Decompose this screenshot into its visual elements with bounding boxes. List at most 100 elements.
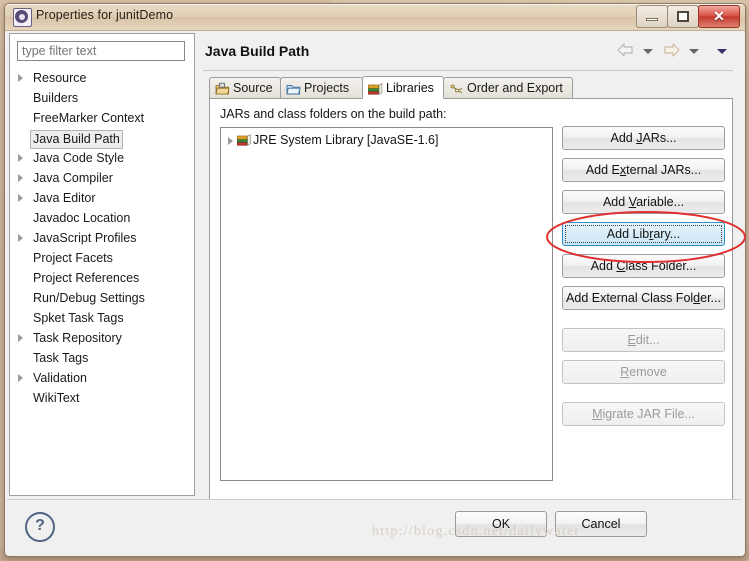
label-pre: Add External Class Fol [566,291,694,305]
sidebar-item-java-editor[interactable]: Java Editor [10,188,194,208]
sidebar-item-freemarker-context[interactable]: FreeMarker Context [10,108,194,128]
button-label: Remove [620,365,667,379]
expand-chevron-right-icon[interactable] [18,74,23,82]
settings-tree-panel: Resource Builders FreeMarker Context Java B… [9,33,195,496]
back-history-chevron-down-icon[interactable] [642,49,653,54]
label-post: emove [629,365,667,379]
view-menu-chevron-down-icon[interactable] [717,49,727,54]
sidebar-item-label: Builders [33,91,79,105]
page-title: Java Build Path [205,43,310,59]
add-library-button[interactable]: Add Library... [562,222,725,246]
migrate-jar-file-button: Migrate JAR File... [562,402,725,426]
tab-libraries[interactable]: Libraries [362,76,444,99]
forward-history-chevron-down-icon[interactable] [688,49,699,54]
expand-chevron-right-icon[interactable] [18,334,23,342]
window-title: Properties for junitDemo [36,8,174,22]
remove-button: Remove [562,360,725,384]
expand-chevron-right-icon[interactable] [18,194,23,202]
add-external-jars-button[interactable]: Add External JARs... [562,158,725,182]
filter-input[interactable] [17,41,185,61]
list-item[interactable]: JRE System Library [JavaSE-1.6] [221,131,552,150]
button-group-spacer [562,392,725,402]
panel-label: JARs and class folders on the build path… [220,107,447,121]
button-group-spacer [562,318,725,328]
tab-source[interactable]: Source [209,77,281,99]
sidebar-item-label: WikiText [33,391,80,405]
focus-ring [565,225,722,243]
sidebar-item-spket-task-tags[interactable]: Spket Task Tags [10,308,194,328]
add-class-folder-button[interactable]: Add Class Folder... [562,254,725,278]
sidebar-item-run-debug-settings[interactable]: Run/Debug Settings [10,288,194,308]
sidebar-item-label: Task Tags [33,351,89,365]
help-icon[interactable]: ? [25,512,55,542]
sidebar-item-resource[interactable]: Resource [10,68,194,88]
sidebar-item-label: Run/Debug Settings [33,291,145,305]
sidebar-item-label: Resource [33,71,87,85]
sidebar-item-task-tags[interactable]: Task Tags [10,348,194,368]
sidebar-item-label: Project Facets [33,251,113,265]
title-bar: Properties for junitDemo ✕ [5,4,745,31]
add-variable-button[interactable]: Add Variable... [562,190,725,214]
expand-chevron-right-icon[interactable] [18,374,23,382]
sidebar-item-project-references[interactable]: Project References [10,268,194,288]
button-label: Add JARs... [610,131,676,145]
libraries-tab-panel: JARs and class folders on the build path… [209,98,733,521]
tab-order-and-export[interactable]: Order and Export [443,77,573,99]
settings-tree: Resource Builders FreeMarker Context Java B… [10,68,194,408]
restore-button[interactable] [667,5,699,28]
sidebar-item-task-repository[interactable]: Task Repository [10,328,194,348]
button-label: Add Variable... [603,195,684,209]
forward-arrow-icon[interactable] [663,43,680,62]
sidebar-item-label: Spket Task Tags [33,311,124,325]
add-jars-button[interactable]: Add JARs... [562,126,725,150]
properties-dialog: Properties for junitDemo ✕ Resource Build… [4,3,746,557]
close-button[interactable]: ✕ [698,5,740,28]
expand-chevron-right-icon[interactable] [18,174,23,182]
tab-label: Order and Export [467,81,563,95]
button-label: Add External Class Folder... [566,291,721,305]
label-post: dit... [635,333,660,347]
sidebar-item-javascript-profiles[interactable]: JavaScript Profiles [10,228,194,248]
tab-strip: Source Projects Libraries Order and Export [209,76,733,99]
sidebar-item-project-facets[interactable]: Project Facets [10,248,194,268]
sidebar-item-label: Java Editor [33,191,96,205]
tab-label: Projects [304,81,350,95]
sidebar-item-validation[interactable]: Validation [10,368,194,388]
label-pre: Add [610,131,637,145]
add-external-class-folder-button[interactable]: Add External Class Folder... [562,286,725,310]
sidebar-item-wikitext[interactable]: WikiText [10,388,194,408]
sidebar-item-builders[interactable]: Builders [10,88,194,108]
button-label: Add External JARs... [586,163,701,177]
sidebar-item-label: FreeMarker Context [33,111,145,125]
sidebar-item-java-compiler[interactable]: Java Compiler [10,168,194,188]
title-separator [203,70,733,71]
sidebar-item-label: Javadoc Location [33,211,131,225]
order-export-icon [449,82,464,96]
tab-label: Source [233,81,273,95]
label-post: ariable... [636,195,685,209]
sidebar-item-label: Java Compiler [33,171,113,185]
mnemonic-char: M [592,407,603,421]
build-path-list[interactable]: JRE System Library [JavaSE-1.6] [220,127,553,481]
sidebar-item-java-build-path[interactable]: Java Build Path [10,128,194,149]
label-post: ARs... [642,131,677,145]
minimize-icon [646,18,658,21]
back-arrow-icon[interactable] [617,43,634,62]
jre-library-icon [236,133,251,147]
projects-folder-icon [286,82,301,96]
sidebar-item-java-code-style[interactable]: Java Code Style [10,148,194,168]
page-nav-toolbar [617,43,733,61]
minimize-button[interactable] [636,5,668,28]
button-label: Edit... [628,333,660,347]
build-path-action-buttons: Add JARs... Add External JARs... Add Varia… [562,126,725,434]
expand-chevron-right-icon[interactable] [228,137,233,145]
sidebar-item-javadoc-location[interactable]: Javadoc Location [10,208,194,228]
restore-icon [677,11,689,22]
expand-chevron-right-icon[interactable] [18,154,23,162]
tab-projects[interactable]: Projects [280,77,363,99]
sidebar-item-label: JavaScript Profiles [33,231,137,245]
expand-chevron-right-icon[interactable] [18,234,23,242]
sidebar-item-label: Task Repository [33,331,122,345]
close-icon: ✕ [713,8,725,24]
label-post: er... [700,291,721,305]
